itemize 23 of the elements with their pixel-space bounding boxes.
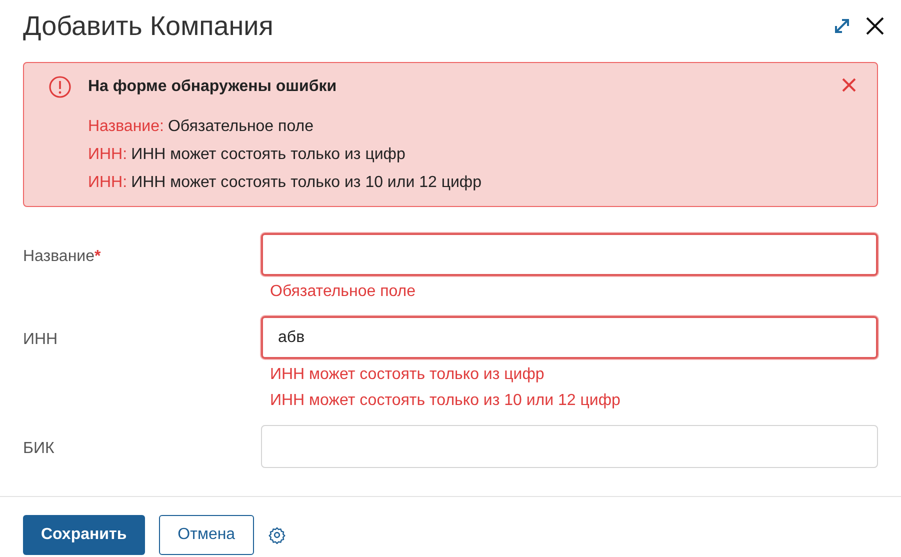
text-field[interactable]: [261, 233, 878, 276]
field-error: Обязательное поле: [270, 282, 417, 302]
field-label: ИНН: [23, 330, 58, 350]
settings-icon[interactable]: [268, 526, 286, 544]
error-message: Обязательное поле: [168, 117, 314, 137]
cancel-button[interactable]: Отмена: [158, 515, 254, 555]
window-title: Добавить Компания: [23, 12, 274, 40]
field-error: ИНН может состоять только из цифр: [270, 365, 546, 385]
expand-icon[interactable]: [833, 17, 851, 35]
text-field[interactable]: абв: [261, 316, 878, 359]
field-label: Название: [23, 247, 94, 267]
field-label: БИК: [23, 439, 54, 459]
error-message: ИНН может состоять только из цифр: [131, 145, 406, 165]
required-mark: *: [94, 247, 101, 267]
warning-icon: [48, 75, 72, 99]
error-field-label: ИНН:: [88, 145, 128, 165]
save-button[interactable]: Сохранить: [23, 515, 145, 555]
error-message: ИНН может состоять только из 10 или 12 цифр: [131, 173, 482, 193]
field-error: ИНН может состоять только из 10 или 12 цифр: [270, 391, 622, 411]
alert-title: На форме обнаружены ошибки: [88, 77, 337, 97]
error-field-label: ИНН:: [88, 173, 128, 193]
close-icon[interactable]: [865, 16, 885, 36]
error-field-label: Название:: [88, 117, 164, 137]
